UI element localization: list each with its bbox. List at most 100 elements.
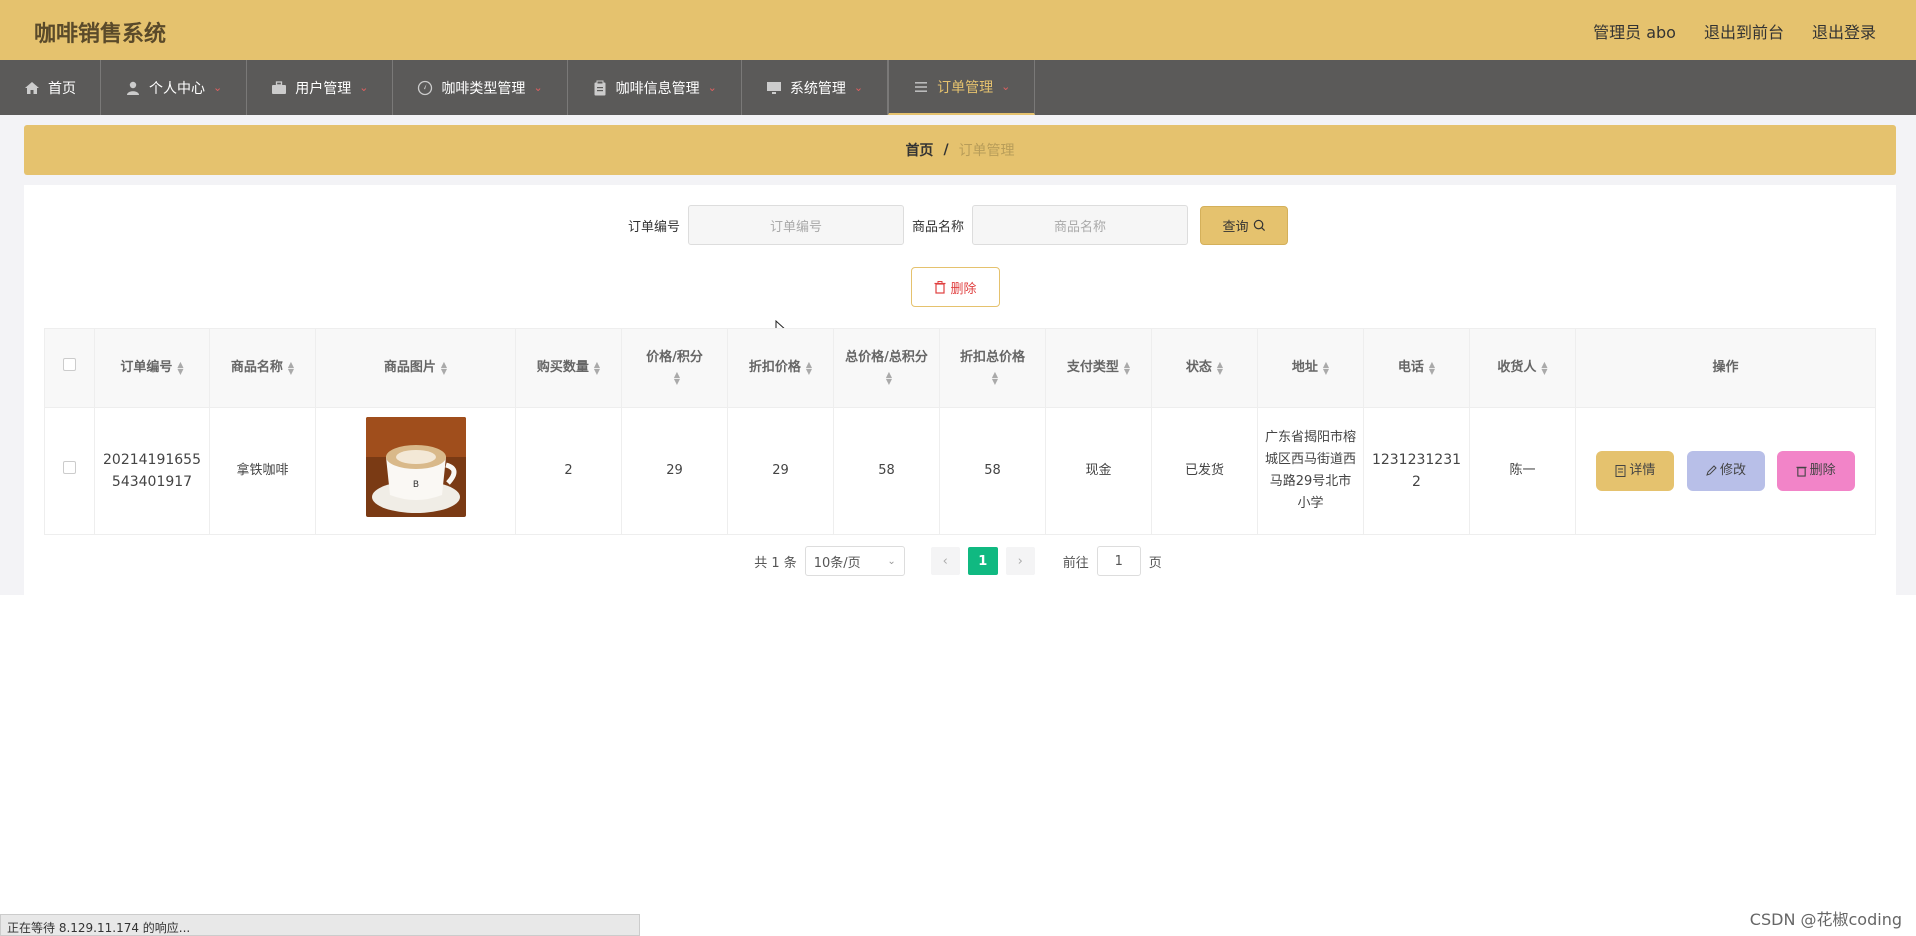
- goto-label: 前往: [1062, 555, 1089, 571]
- nav-item-home[interactable]: 首页: [0, 60, 101, 115]
- chevron-down-icon: ⌄: [533, 81, 543, 94]
- chevron-down-icon: ⌄: [1001, 80, 1011, 93]
- cell-status: 已发货: [1151, 407, 1258, 535]
- select-all-checkbox[interactable]: [63, 358, 76, 371]
- trash-icon: [1796, 466, 1807, 477]
- header-qty[interactable]: 购买数量 ▲ ▼: [515, 328, 622, 408]
- prev-page-button[interactable]: ‹: [930, 547, 960, 575]
- main-nav: 首页 个人中心 ⌄ 用户管理 ⌄ 咖啡类型管理 ⌄ 咖啡信息管理 ⌄ 系统管理 …: [0, 60, 1916, 115]
- header-select-all[interactable]: [44, 328, 95, 408]
- total-count: 共 1 条: [754, 555, 797, 571]
- query-label: 查询: [1222, 219, 1249, 235]
- header-actions: 管理员 abo 退出到前台 退出登录: [1593, 19, 1876, 43]
- sort-icon: ▲ ▼: [1428, 359, 1436, 376]
- sort-icon: ▲ ▼: [885, 369, 893, 386]
- breadcrumb: 首页 / 订单管理: [24, 125, 1896, 175]
- bulk-delete-button[interactable]: 删除: [911, 267, 1000, 307]
- nav-item-orders[interactable]: 订单管理 ⌄: [888, 60, 1036, 115]
- cell-price: 29: [621, 407, 728, 535]
- goto-page-input[interactable]: 1: [1096, 546, 1141, 576]
- bulk-delete-label: 删除: [950, 281, 977, 297]
- sort-icon: ▲ ▼: [1322, 359, 1330, 376]
- cell-discount-price: 29: [727, 407, 834, 535]
- detail-button[interactable]: 详情: [1596, 451, 1675, 491]
- search-bar: 订单编号 订单编号 商品名称 商品名称 查询: [0, 205, 1916, 245]
- header-pay-type[interactable]: 支付类型 ▲ ▼: [1045, 328, 1152, 408]
- nav-label: 订单管理: [937, 79, 994, 96]
- app-title: 咖啡销售系统: [34, 22, 167, 47]
- cell-product: 拿铁咖啡: [209, 407, 316, 535]
- chevron-down-icon: ⌄: [359, 81, 369, 94]
- nav-label: 首页: [48, 80, 76, 97]
- sort-icon: ▲ ▼: [287, 359, 295, 376]
- header-receiver[interactable]: 收货人 ▲ ▼: [1469, 328, 1576, 408]
- product-image: B: [365, 417, 466, 517]
- nav-label: 咖啡类型管理: [441, 80, 526, 97]
- cell-phone: 12312312312: [1363, 407, 1470, 535]
- page-size-select[interactable]: 10条/页 ⌄: [804, 546, 905, 576]
- compass-icon: [418, 80, 433, 95]
- chevron-down-icon: ⌄: [887, 555, 896, 567]
- sort-icon: ▲ ▼: [1123, 359, 1131, 376]
- product-name-label: 商品名称: [912, 219, 965, 235]
- chevron-down-icon: ⌄: [707, 81, 717, 94]
- cell-qty: 2: [515, 407, 622, 535]
- watermark: CSDN @花椒coding: [1749, 910, 1902, 929]
- orders-table: 订单编号 ▲ ▼ 商品名称 ▲ ▼ 商品图片 ▲ ▼ 购买数量 ▲ ▼ 价格/积分 ▲ ▼ 折扣价格…: [44, 328, 1876, 535]
- table-header-row: 订单编号 ▲ ▼ 商品名称 ▲ ▼ 商品图片 ▲ ▼ 购买数量 ▲ ▼ 价格/积分 ▲ ▼ 折扣价格…: [44, 328, 1876, 408]
- nav-item-users[interactable]: 用户管理 ⌄: [247, 60, 394, 115]
- cell-total: 58: [833, 407, 940, 535]
- header-price[interactable]: 价格/积分 ▲ ▼: [621, 328, 728, 408]
- header-phone[interactable]: 电话 ▲ ▼: [1363, 328, 1470, 408]
- sort-icon: ▲ ▼: [673, 369, 681, 386]
- cell-receiver: 陈一: [1469, 407, 1576, 535]
- pencil-icon: [1706, 465, 1717, 476]
- header-order-no[interactable]: 订单编号 ▲ ▼: [94, 328, 210, 408]
- breadcrumb-separator: /: [943, 142, 949, 158]
- sort-icon: ▲ ▼: [1216, 359, 1224, 376]
- query-button[interactable]: 查询: [1200, 205, 1289, 245]
- header-discount-price[interactable]: 折扣价格 ▲ ▼: [727, 328, 834, 408]
- header-image[interactable]: 商品图片 ▲ ▼: [315, 328, 516, 408]
- nav-item-coffee-info[interactable]: 咖啡信息管理 ⌄: [568, 60, 742, 115]
- order-no-label: 订单编号: [627, 219, 680, 235]
- row-select[interactable]: [44, 407, 95, 535]
- nav-label: 个人中心: [149, 80, 205, 97]
- header-discount-total[interactable]: 折扣总价格 ▲ ▼: [939, 328, 1046, 408]
- product-name-input[interactable]: 商品名称: [972, 205, 1189, 245]
- nav-item-personal[interactable]: 个人中心 ⌄: [101, 60, 248, 115]
- monitor-icon: [766, 81, 781, 94]
- breadcrumb-home[interactable]: 首页: [905, 140, 933, 160]
- next-page-button[interactable]: ›: [1005, 547, 1035, 575]
- header-status[interactable]: 状态 ▲ ▼: [1151, 328, 1258, 408]
- cell-address: 广东省揭阳市榕城区西马街道西马路29号北市小学: [1257, 407, 1364, 535]
- nav-item-coffee-types[interactable]: 咖啡类型管理 ⌄: [393, 60, 568, 115]
- exit-to-front-link[interactable]: 退出到前台: [1704, 19, 1784, 43]
- cell-ops: 详情 修改 删除: [1575, 407, 1876, 535]
- pagination: 共 1 条 10条/页 ⌄ ‹ 1 › 前往 1 页: [0, 546, 1916, 576]
- breadcrumb-current: 订单管理: [958, 143, 1015, 159]
- browser-status-bar: 正在等待 8.129.11.174 的响应...: [0, 914, 640, 936]
- briefcase-icon: [272, 80, 287, 94]
- sort-icon: ▲ ▼: [593, 359, 601, 376]
- cell-image: B: [315, 407, 516, 535]
- chevron-down-icon: ⌄: [213, 81, 223, 94]
- header-ops: 操作: [1575, 328, 1876, 408]
- row-checkbox[interactable]: [63, 461, 76, 474]
- header-product[interactable]: 商品名称 ▲ ▼: [209, 328, 316, 408]
- top-header: 咖啡销售系统 管理员 abo 退出到前台 退出登录: [0, 0, 1916, 60]
- chevron-down-icon: ⌄: [853, 81, 864, 94]
- header-total[interactable]: 总价格/总积分▲ ▼: [833, 328, 940, 408]
- edit-button[interactable]: 修改: [1686, 451, 1765, 491]
- header-address[interactable]: 地址 ▲ ▼: [1257, 328, 1364, 408]
- logout-link[interactable]: 退出登录: [1812, 19, 1876, 43]
- user-icon: [127, 81, 139, 95]
- sort-icon: ▲ ▼: [805, 359, 813, 376]
- clipboard-icon: [594, 80, 606, 95]
- nav-label: 咖啡信息管理: [615, 80, 700, 97]
- order-no-input[interactable]: 订单编号: [688, 205, 904, 245]
- sort-icon: ▲ ▼: [440, 359, 448, 376]
- nav-item-system[interactable]: 系统管理 ⌄: [742, 60, 889, 115]
- page-1-button[interactable]: 1: [967, 547, 998, 575]
- delete-button[interactable]: 删除: [1776, 451, 1855, 491]
